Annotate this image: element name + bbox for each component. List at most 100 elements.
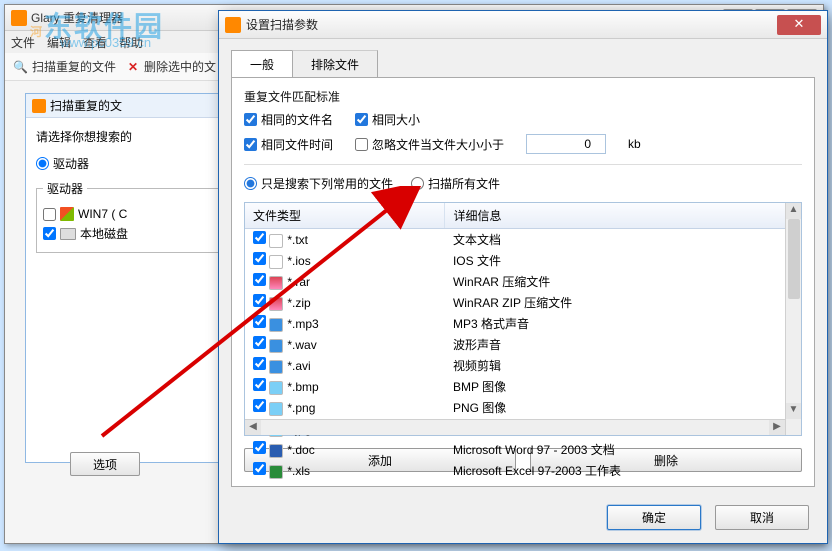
- row-desc: IOS 文件: [445, 250, 801, 271]
- menu-edit[interactable]: 编辑: [47, 34, 71, 51]
- row-checkbox[interactable]: [253, 441, 266, 454]
- table-row[interactable]: *.zip WinRAR ZIP 压缩文件: [245, 292, 801, 313]
- row-desc: Microsoft Excel 97-2003 工作表: [445, 460, 801, 481]
- row-ext: *.txt: [287, 233, 308, 247]
- table-row[interactable]: *.avi 视频剪辑: [245, 355, 801, 376]
- dialog-close-button[interactable]: ✕: [777, 15, 821, 35]
- radio-drive-input[interactable]: [36, 157, 49, 170]
- filetype-icon: [269, 318, 283, 332]
- row-ext: *.png: [287, 401, 315, 415]
- radio-drive[interactable]: 驱动器: [36, 155, 219, 172]
- row-checkbox[interactable]: [253, 336, 266, 349]
- row-ext: *.avi: [287, 359, 310, 373]
- row-ext: *.doc: [287, 443, 314, 457]
- row-checkbox[interactable]: [253, 273, 266, 286]
- horizontal-scrollbar[interactable]: ◀ ▶: [245, 419, 785, 435]
- row-checkbox[interactable]: [253, 399, 266, 412]
- drive-checkbox[interactable]: [43, 208, 56, 221]
- row-checkbox[interactable]: [253, 462, 266, 475]
- scroll-right-icon[interactable]: ▶: [769, 420, 785, 435]
- row-checkbox[interactable]: [253, 231, 266, 244]
- row-ext: *.xls: [287, 464, 310, 478]
- panel-prompt: 请选择你想搜索的: [36, 128, 219, 145]
- size-input[interactable]: [526, 134, 606, 154]
- scroll-up-icon[interactable]: ▲: [786, 203, 801, 219]
- row-desc: WinRAR ZIP 压缩文件: [445, 292, 801, 313]
- filetype-icon: [269, 255, 283, 269]
- row-desc: 视频剪辑: [445, 355, 801, 376]
- scroll-track[interactable]: [261, 420, 769, 435]
- col-type[interactable]: 文件类型: [245, 203, 445, 229]
- size-unit: kb: [628, 137, 641, 151]
- col-detail[interactable]: 详细信息: [445, 203, 801, 229]
- search-icon: 🔍: [13, 60, 28, 74]
- windows-drive-icon: [60, 207, 74, 221]
- delete-icon: ✕: [128, 60, 138, 74]
- cancel-button[interactable]: 取消: [715, 505, 809, 530]
- radio-common-files[interactable]: 只是搜索下列常用的文件: [244, 175, 393, 192]
- row-checkbox[interactable]: [253, 294, 266, 307]
- row-ext: *.bmp: [287, 380, 318, 394]
- dialog-titlebar: 设置扫描参数 ✕: [219, 11, 827, 39]
- table-row[interactable]: *.mp3 MP3 格式声音: [245, 313, 801, 334]
- app-icon: [11, 10, 27, 26]
- table-row[interactable]: *.png PNG 图像: [245, 397, 801, 418]
- row-checkbox[interactable]: [253, 378, 266, 391]
- scroll-thumb[interactable]: [788, 219, 800, 299]
- menu-help[interactable]: 帮助: [119, 34, 143, 51]
- settings-dialog: 设置扫描参数 ✕ 一般 排除文件 重复文件匹配标准 相同的文件名 相同大小 相同…: [218, 10, 828, 544]
- drive-checkbox[interactable]: [43, 227, 56, 240]
- row-desc: BMP 图像: [445, 376, 801, 397]
- tool-scan[interactable]: 🔍扫描重复的文件: [13, 58, 116, 75]
- row-desc: PNG 图像: [445, 397, 801, 418]
- scroll-down-icon[interactable]: ▼: [786, 403, 801, 419]
- filetype-icon: [269, 465, 283, 479]
- chk-ignore-small[interactable]: 忽略文件当文件大小小于: [355, 136, 504, 153]
- filetype-icon: [269, 297, 283, 311]
- panel-header: 扫描重复的文: [26, 94, 229, 118]
- table-row[interactable]: *.wav波形声音: [245, 334, 801, 355]
- row-desc: WinRAR 压缩文件: [445, 271, 801, 292]
- row-desc: MP3 格式声音: [445, 313, 801, 334]
- options-button[interactable]: 选项: [70, 452, 140, 476]
- chk-same-time[interactable]: 相同文件时间: [244, 136, 333, 153]
- dialog-icon: [225, 17, 241, 33]
- divider: [244, 164, 802, 165]
- drive-item[interactable]: WIN7 ( C: [43, 207, 212, 221]
- row-desc: Microsoft Word 97 - 2003 文档: [445, 439, 801, 460]
- row-ext: *.zip: [287, 296, 310, 310]
- chk-same-size[interactable]: 相同大小: [355, 111, 420, 128]
- tab-exclude[interactable]: 排除文件: [292, 50, 378, 78]
- dialog-title: 设置扫描参数: [246, 16, 777, 33]
- row-ext: *.ios: [287, 254, 310, 268]
- drive-item[interactable]: 本地磁盘: [43, 225, 212, 242]
- table-row[interactable]: *.doc Microsoft Word 97 - 2003 文档: [245, 439, 801, 460]
- row-checkbox[interactable]: [253, 315, 266, 328]
- table-row[interactable]: *.txt文本文档: [245, 229, 801, 251]
- tab-general[interactable]: 一般: [231, 50, 293, 78]
- tool-delete[interactable]: ✕删除选中的文: [128, 58, 216, 75]
- filetype-icon: [269, 402, 283, 416]
- table-row[interactable]: *.rarWinRAR 压缩文件: [245, 271, 801, 292]
- chk-same-name[interactable]: 相同的文件名: [244, 111, 333, 128]
- scroll-left-icon[interactable]: ◀: [245, 420, 261, 435]
- row-checkbox[interactable]: [253, 357, 266, 370]
- menu-view[interactable]: 查看: [83, 34, 107, 51]
- radio-all-files[interactable]: 扫描所有文件: [411, 175, 500, 192]
- ok-button[interactable]: 确定: [607, 505, 701, 530]
- table-row[interactable]: *.bmp BMP 图像: [245, 376, 801, 397]
- filetype-icon: [269, 360, 283, 374]
- drives-legend: 驱动器: [43, 180, 87, 197]
- row-checkbox[interactable]: [253, 252, 266, 265]
- table-row[interactable]: *.ios IOS 文件: [245, 250, 801, 271]
- filetype-icon: [269, 339, 283, 353]
- tab-content: 重复文件匹配标准 相同的文件名 相同大小 相同文件时间 忽略文件当文件大小小于 …: [231, 77, 815, 487]
- dialog-tabs: 一般 排除文件: [219, 39, 827, 77]
- drives-group: 驱动器 WIN7 ( C 本地磁盘: [36, 180, 219, 253]
- file-type-table: 文件类型 详细信息 *.txt文本文档 *.ios IOS 文件 *.rarWin…: [244, 202, 802, 436]
- row-ext: *.mp3: [287, 317, 318, 331]
- filetype-icon: [269, 276, 283, 290]
- vertical-scrollbar[interactable]: ▲ ▼: [785, 203, 801, 435]
- table-row[interactable]: *.xls Microsoft Excel 97-2003 工作表: [245, 460, 801, 481]
- menu-file[interactable]: 文件: [11, 34, 35, 51]
